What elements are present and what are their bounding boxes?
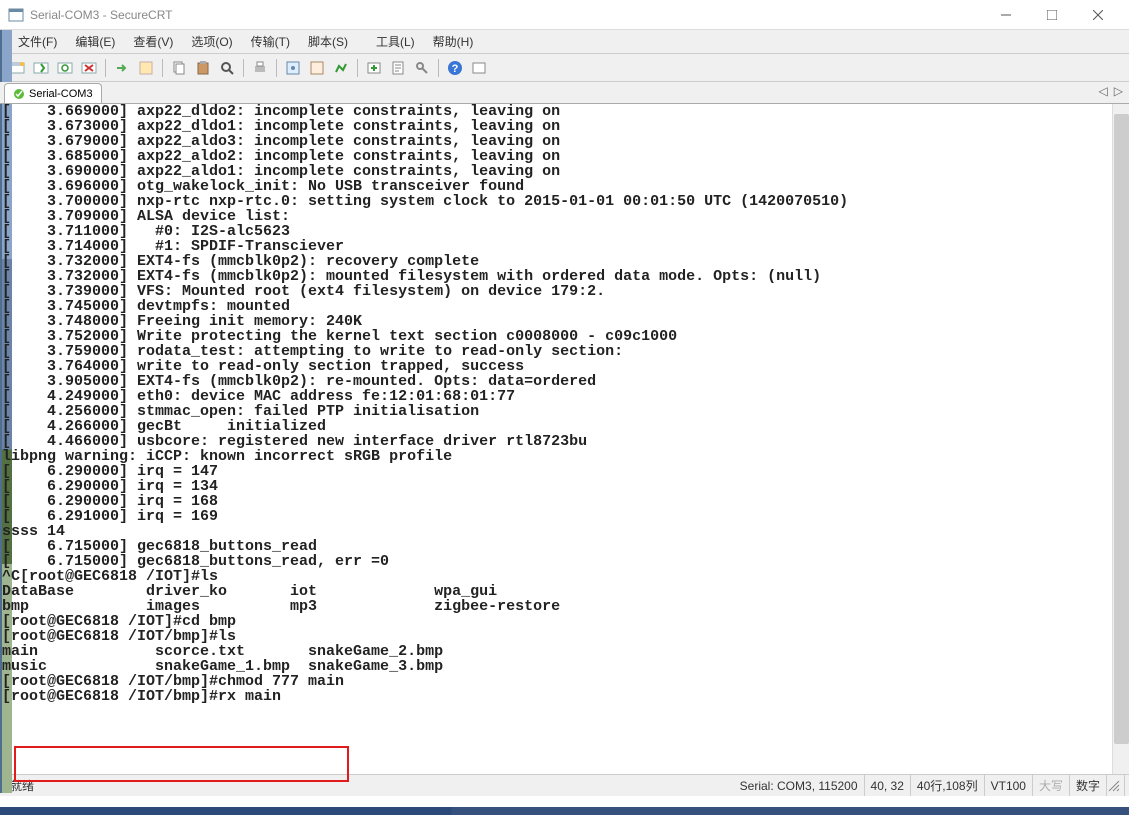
session-options-icon[interactable] — [282, 57, 304, 79]
tab-nav: ◁ ▷ — [1097, 84, 1125, 98]
titlebar: Serial-COM3 - SecureCRT — [0, 0, 1129, 30]
help-icon[interactable]: ? — [444, 57, 466, 79]
menu-script[interactable]: 脚本(S) — [300, 31, 356, 52]
disconnect-icon[interactable] — [78, 57, 100, 79]
about-icon[interactable] — [468, 57, 490, 79]
status-emulation: VT100 — [985, 775, 1033, 796]
menu-options[interactable]: 选项(O) — [183, 31, 240, 52]
menu-edit[interactable]: 编辑(E) — [67, 31, 123, 52]
new-session-icon[interactable] — [363, 57, 385, 79]
minimize-button[interactable] — [983, 0, 1029, 30]
svg-text:?: ? — [452, 63, 459, 75]
tab-label: Serial-COM3 — [29, 88, 93, 100]
scrollbar[interactable] — [1112, 104, 1129, 774]
scroll-thumb[interactable] — [1114, 114, 1129, 744]
find-icon[interactable] — [216, 57, 238, 79]
enter-icon[interactable] — [111, 57, 133, 79]
status-ready: 就绪 — [4, 775, 64, 796]
menu-view[interactable]: 查看(V) — [125, 31, 181, 52]
toolbar: ? — [0, 54, 1129, 82]
tabbar: Serial-COM3 ◁ ▷ — [0, 82, 1129, 104]
maximize-button[interactable] — [1029, 0, 1075, 30]
status-caps: 大写 — [1033, 775, 1070, 796]
reconnect-icon[interactable] — [54, 57, 76, 79]
terminal-output[interactable]: [ 3.669000] axp22_dldo2: incomplete cons… — [0, 104, 1112, 704]
connected-icon — [13, 88, 25, 100]
tab-prev-icon[interactable]: ◁ — [1097, 84, 1110, 98]
status-size: 40行,108列 — [911, 775, 985, 796]
close-button[interactable] — [1075, 0, 1121, 30]
copy-icon[interactable] — [168, 57, 190, 79]
app-icon — [8, 7, 24, 23]
properties-icon[interactable] — [135, 57, 157, 79]
paste-icon[interactable] — [192, 57, 214, 79]
menubar: 文件(F) 编辑(E) 查看(V) 选项(O) 传输(T) 脚本(S) 工具(L… — [0, 30, 1129, 54]
global-options-icon[interactable] — [306, 57, 328, 79]
status-num: 数字 — [1070, 775, 1107, 796]
key-icon[interactable] — [411, 57, 433, 79]
window-title: Serial-COM3 - SecureCRT — [30, 8, 983, 22]
menu-file[interactable]: 文件(F) — [10, 31, 65, 52]
menu-tools[interactable]: 工具(L) — [368, 31, 423, 52]
status-serial: Serial: COM3, 115200 — [734, 775, 865, 796]
tab-serial-com3[interactable]: Serial-COM3 — [4, 83, 102, 103]
menu-help[interactable]: 帮助(H) — [425, 31, 482, 52]
status-cursor: 40, 32 — [865, 775, 911, 796]
script-icon[interactable] — [387, 57, 409, 79]
tab-next-icon[interactable]: ▷ — [1112, 84, 1125, 98]
print-icon[interactable] — [249, 57, 271, 79]
statusbar: 就绪 Serial: COM3, 115200 40, 32 40行,108列 … — [0, 774, 1129, 796]
trace-icon[interactable] — [330, 57, 352, 79]
quick-connect-icon[interactable] — [30, 57, 52, 79]
menu-transfer[interactable]: 传输(T) — [243, 31, 298, 52]
resize-grip-icon[interactable] — [1107, 775, 1125, 796]
